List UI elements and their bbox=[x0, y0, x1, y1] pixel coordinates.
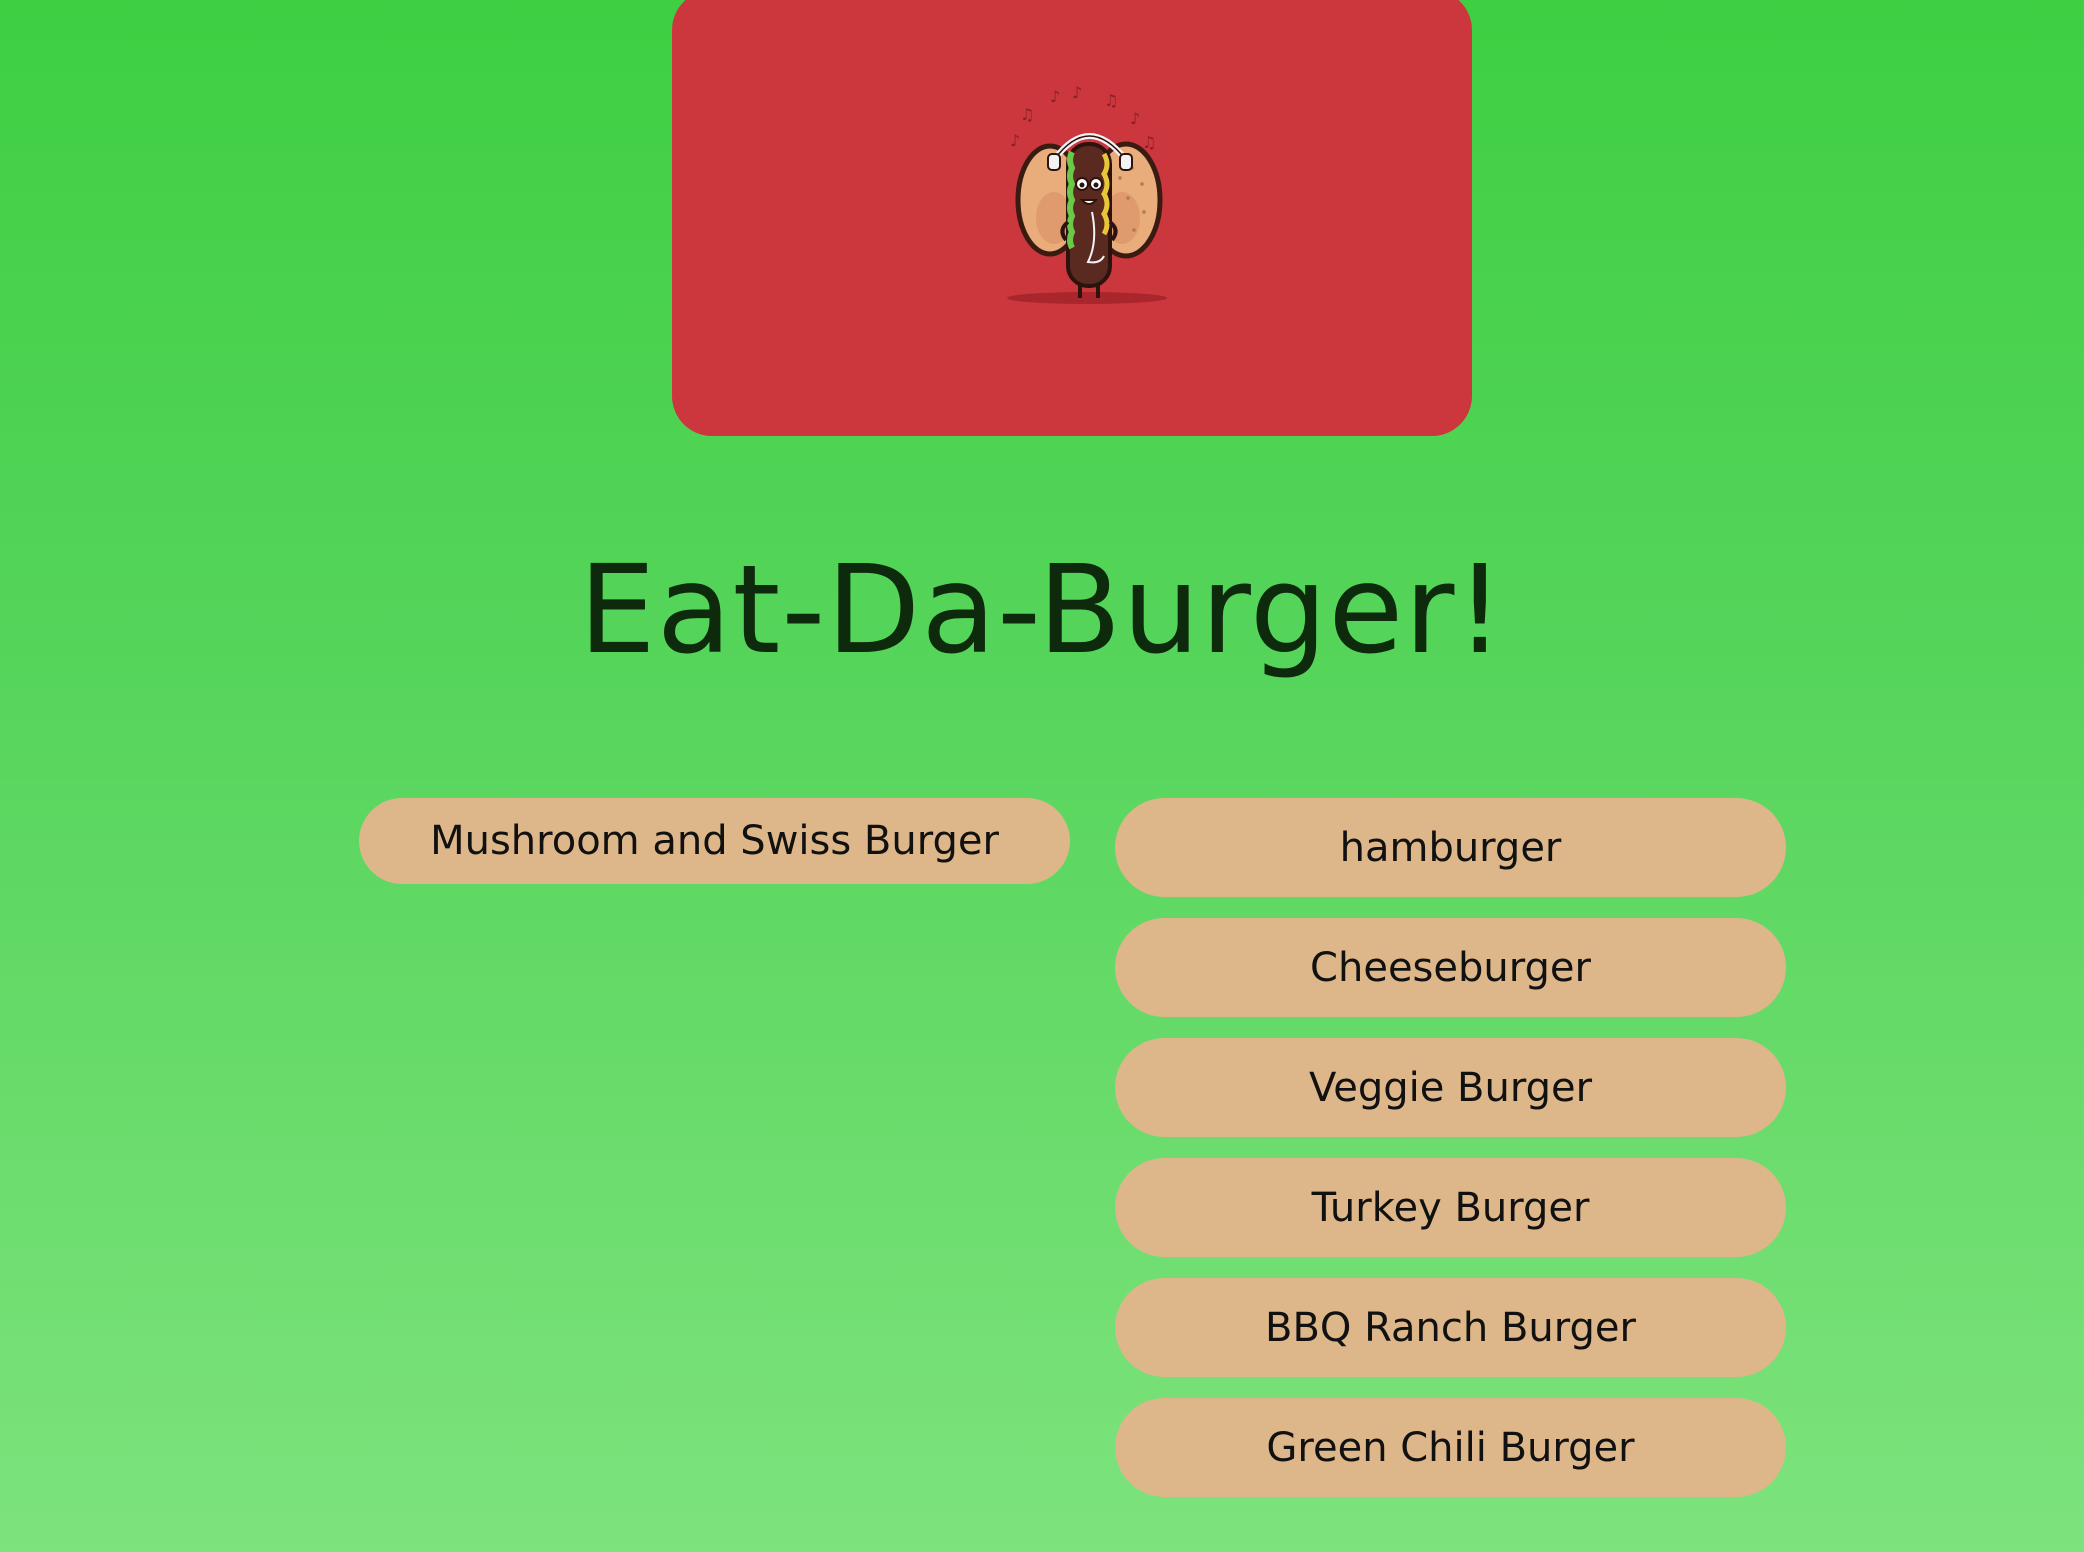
burger-item-green-chili-burger[interactable]: Green Chili Burger bbox=[1115, 1398, 1786, 1497]
burger-item-turkey-burger[interactable]: Turkey Burger bbox=[1115, 1158, 1786, 1257]
svg-text:♫: ♫ bbox=[1104, 91, 1118, 110]
burger-item-bbq-ranch-burger[interactable]: BBQ Ranch Burger bbox=[1115, 1278, 1786, 1377]
svg-text:♫: ♫ bbox=[1020, 105, 1034, 124]
burger-mascot-icon: ♫ ♪ ♪ ♫ ♪ ♫ ♪ bbox=[1007, 83, 1167, 304]
svg-text:♪: ♪ bbox=[1050, 87, 1060, 106]
svg-text:♪: ♪ bbox=[1130, 109, 1140, 128]
svg-text:♪: ♪ bbox=[1010, 131, 1020, 150]
page-title: Eat-Da-Burger! bbox=[578, 539, 1506, 681]
hero-banner: ♫ ♪ ♪ ♫ ♪ ♫ ♪ bbox=[672, 0, 1472, 436]
burger-item-veggie-burger[interactable]: Veggie Burger bbox=[1115, 1038, 1786, 1137]
devoured-burger-item[interactable]: Mushroom and Swiss Burger bbox=[359, 798, 1070, 884]
svg-text:♪: ♪ bbox=[1072, 83, 1082, 102]
burger-item-hamburger[interactable]: hamburger bbox=[1115, 798, 1786, 897]
burger-item-cheeseburger[interactable]: Cheeseburger bbox=[1115, 918, 1786, 1017]
